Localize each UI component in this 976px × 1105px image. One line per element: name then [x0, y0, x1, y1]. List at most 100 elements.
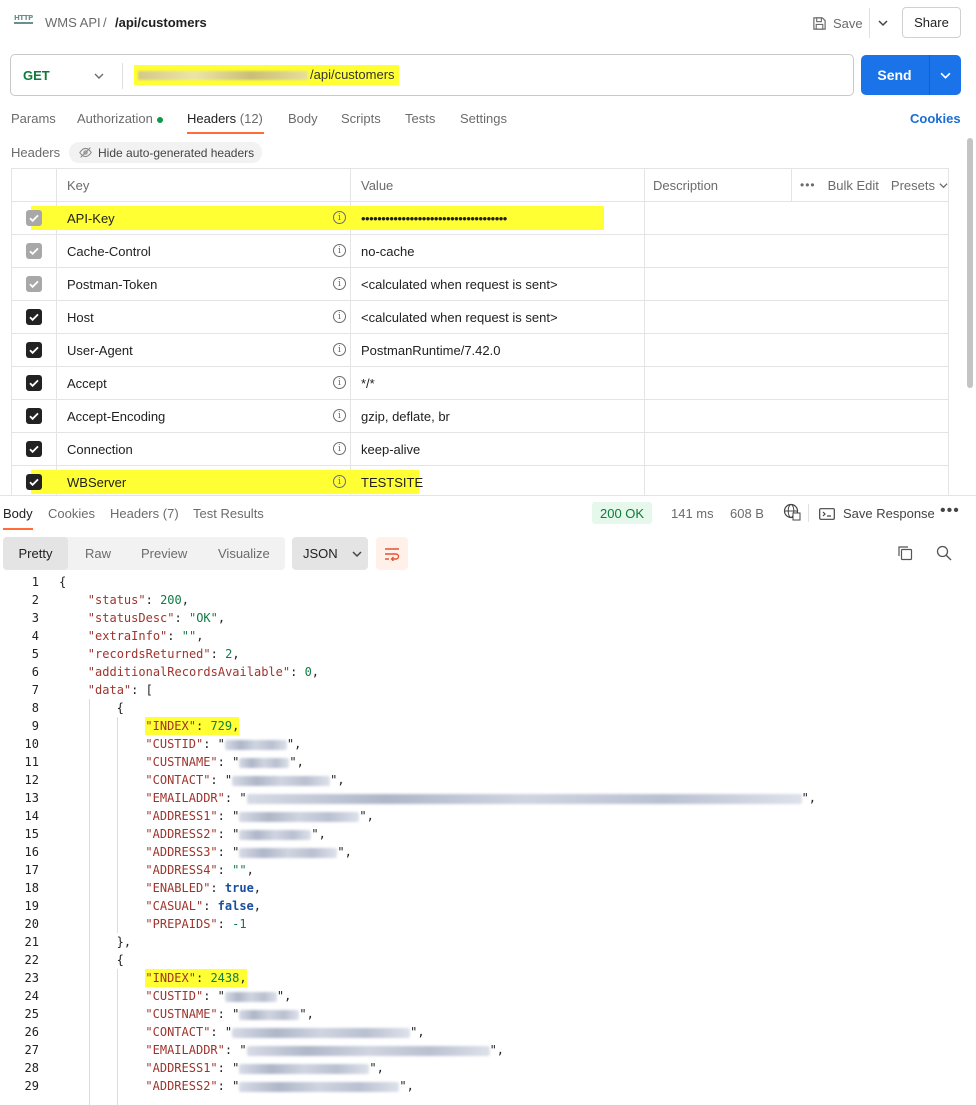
header-description-cell[interactable]: [645, 400, 948, 432]
response-tab-headers[interactable]: Headers (7): [110, 506, 179, 521]
scrollbar[interactable]: [967, 138, 973, 388]
code-line: 17 "ADDRESS4": "",: [0, 861, 976, 879]
header-value-cell[interactable]: TESTSITE: [351, 466, 645, 495]
header-value-cell[interactable]: <calculated when request is sent>: [351, 268, 645, 300]
table-row: Accept i */*: [12, 367, 948, 400]
tab-params[interactable]: Params: [11, 111, 56, 126]
header-key-cell[interactable]: Host i: [57, 301, 351, 333]
header-description-cell[interactable]: [645, 334, 948, 366]
info-icon[interactable]: i: [333, 310, 346, 323]
view-visualize[interactable]: Visualize: [218, 537, 270, 570]
header-value-cell[interactable]: no-cache: [351, 235, 645, 267]
send-button[interactable]: Send: [861, 55, 928, 95]
headers-title: Headers: [11, 145, 61, 160]
response-tab-body[interactable]: Body: [3, 506, 33, 521]
method-select[interactable]: GET: [23, 68, 50, 83]
info-icon[interactable]: i: [333, 475, 346, 488]
response-body-code[interactable]: 1{2 "status": 200, 3 "statusDesc": "OK", 4 "e…: [0, 573, 976, 1105]
line-number: 7: [31, 683, 39, 697]
header-value-cell[interactable]: keep-alive: [351, 433, 645, 465]
info-icon[interactable]: i: [333, 211, 346, 224]
header-value-cell[interactable]: */*: [351, 367, 645, 399]
copy-icon[interactable]: [897, 545, 913, 561]
tab-settings[interactable]: Settings: [460, 111, 507, 126]
row-checkbox[interactable]: [26, 375, 42, 391]
tab-headers[interactable]: Headers (12): [187, 111, 263, 126]
response-time[interactable]: 141 ms: [671, 506, 714, 521]
header-key-cell[interactable]: Accept i: [57, 367, 351, 399]
tab-scripts[interactable]: Scripts: [341, 111, 381, 126]
header-description-cell[interactable]: [645, 367, 948, 399]
row-checkbox[interactable]: [26, 276, 42, 292]
line-number: 22: [24, 953, 39, 967]
header-key-cell[interactable]: WBServer i: [55, 466, 365, 495]
header-value-cell[interactable]: <calculated when request is sent>: [351, 301, 645, 333]
info-icon[interactable]: i: [333, 442, 346, 455]
format-select[interactable]: JSON: [292, 537, 368, 570]
presets-dropdown[interactable]: Presets: [891, 178, 948, 193]
save-dropdown-button[interactable]: [869, 8, 895, 38]
header-key-cell[interactable]: Cache-Control i: [57, 235, 351, 267]
save-response-label: Save Response: [843, 506, 935, 521]
save-response-button[interactable]: Save Response: [819, 506, 935, 521]
more-options-icon[interactable]: •••: [800, 178, 816, 192]
view-pretty[interactable]: Pretty: [3, 537, 68, 570]
save-button[interactable]: Save: [812, 8, 864, 38]
header-description-cell[interactable]: [645, 466, 948, 495]
bulk-edit-button[interactable]: Bulk Edit: [828, 178, 879, 193]
chevron-down-icon[interactable]: [93, 66, 105, 86]
status-dot-icon: [156, 116, 163, 123]
breadcrumb-collection[interactable]: WMS API: [45, 15, 101, 30]
wrap-lines-button[interactable]: [376, 537, 408, 570]
info-icon[interactable]: i: [333, 376, 346, 389]
response-tab-test-results[interactable]: Test Results: [193, 506, 264, 521]
network-globe-icon[interactable]: [783, 503, 801, 521]
request-name[interactable]: /api/customers: [115, 15, 207, 30]
info-icon[interactable]: i: [333, 409, 346, 422]
tab-body[interactable]: Body: [288, 111, 318, 126]
header-key-cell[interactable]: API-Key i: [55, 202, 365, 234]
info-icon[interactable]: i: [333, 343, 346, 356]
row-checkbox[interactable]: [26, 441, 42, 457]
header-description-cell[interactable]: [645, 202, 948, 234]
tab-tests[interactable]: Tests: [405, 111, 435, 126]
hide-auto-generated-button[interactable]: Hide auto-generated headers: [69, 142, 262, 163]
header-description-cell[interactable]: [645, 301, 948, 333]
url-input[interactable]: /api/customers: [134, 65, 399, 85]
code-text: "ADDRESS1": " ",: [145, 1061, 384, 1075]
info-icon[interactable]: i: [333, 277, 346, 290]
header-value-cell[interactable]: PostmanRuntime/7.42.0: [351, 334, 645, 366]
header-key-cell[interactable]: User-Agent i: [57, 334, 351, 366]
row-checkbox[interactable]: [26, 309, 42, 325]
header-description-cell[interactable]: [645, 235, 948, 267]
view-raw[interactable]: Raw: [85, 537, 111, 570]
pane-divider[interactable]: [0, 495, 976, 496]
cookies-link[interactable]: Cookies: [910, 111, 961, 126]
row-checkbox[interactable]: [26, 408, 42, 424]
line-number: 11: [24, 755, 39, 769]
tab-authorization[interactable]: Authorization: [77, 111, 163, 126]
header-value-cell[interactable]: ••••••••••••••••••••••••••••••••••••: [351, 202, 645, 234]
view-preview[interactable]: Preview: [141, 537, 187, 570]
code-line: 14 "ADDRESS1": " ",: [0, 807, 976, 825]
search-icon[interactable]: [936, 545, 952, 561]
header-value-cell[interactable]: gzip, deflate, br: [351, 400, 645, 432]
more-options-icon[interactable]: •••: [940, 502, 960, 520]
code-line: 3 "statusDesc": "OK",: [0, 609, 976, 627]
send-options-button[interactable]: [930, 55, 961, 95]
header-key-cell[interactable]: Accept-Encoding i: [57, 400, 351, 432]
row-checkbox[interactable]: [26, 342, 42, 358]
info-icon[interactable]: i: [333, 244, 346, 257]
response-tab-cookies[interactable]: Cookies: [48, 506, 95, 521]
header-description-cell[interactable]: [645, 433, 948, 465]
row-checkbox[interactable]: [26, 243, 42, 259]
response-size[interactable]: 608 B: [730, 506, 764, 521]
header-key-cell[interactable]: Postman-Token i: [57, 268, 351, 300]
share-button[interactable]: Share: [902, 7, 961, 38]
header-description-cell[interactable]: [645, 268, 948, 300]
toolbar-divider: [808, 504, 809, 522]
status-badge[interactable]: 200 OK: [592, 502, 653, 524]
row-checkbox[interactable]: [26, 210, 42, 226]
row-checkbox[interactable]: [26, 474, 42, 490]
header-key-cell[interactable]: Connection i: [57, 433, 351, 465]
